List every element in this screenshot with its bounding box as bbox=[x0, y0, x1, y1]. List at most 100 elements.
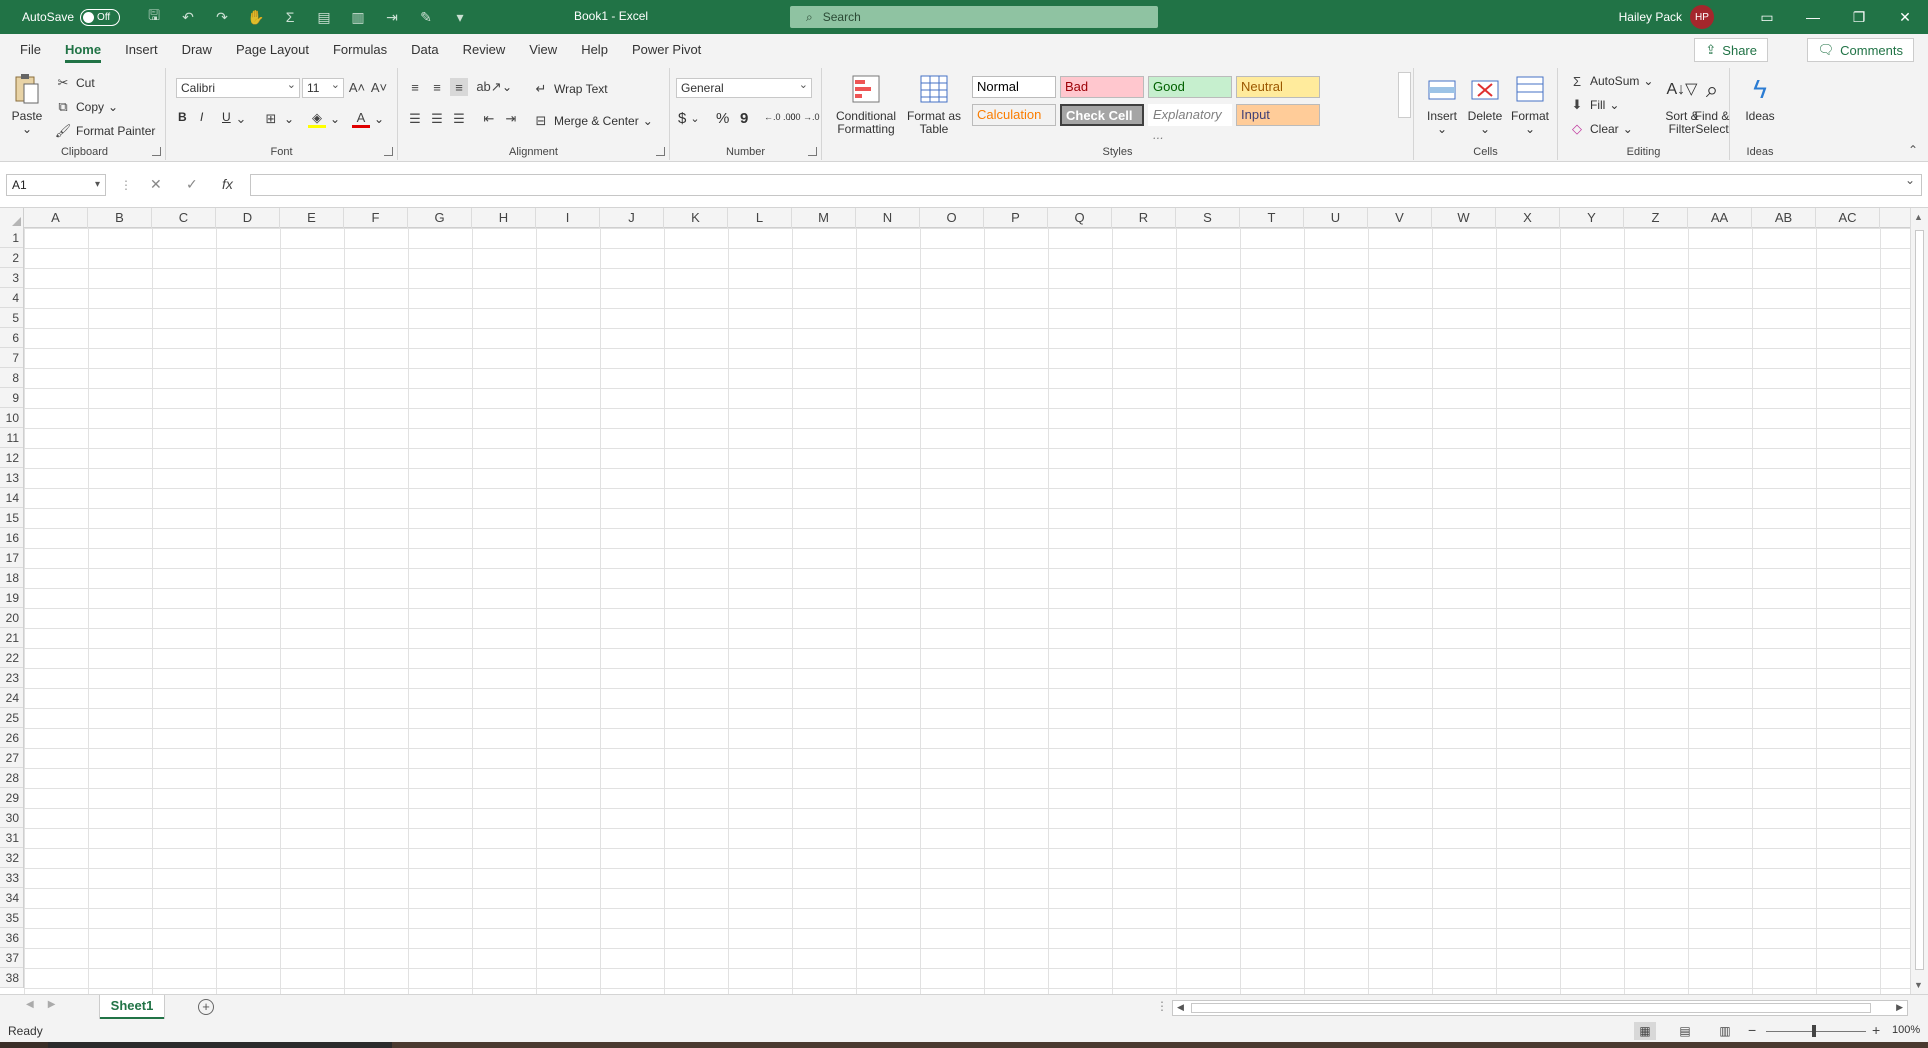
customize-qat-icon[interactable]: ▾ bbox=[446, 5, 474, 29]
cut-button[interactable]: ✂ Cut bbox=[54, 74, 95, 92]
number-launcher-icon[interactable] bbox=[808, 147, 817, 156]
format-cells-button[interactable]: Format ⌄ bbox=[1508, 72, 1552, 136]
row-header[interactable]: 17 bbox=[0, 548, 23, 568]
save-icon[interactable]: 🖫 bbox=[140, 5, 168, 29]
row-header[interactable]: 23 bbox=[0, 668, 23, 688]
select-all-corner[interactable] bbox=[0, 208, 24, 228]
column-header[interactable]: G bbox=[408, 208, 472, 228]
percent-button[interactable]: % bbox=[716, 110, 729, 127]
column-header[interactable]: F bbox=[344, 208, 408, 228]
row-header[interactable]: 8 bbox=[0, 368, 23, 388]
zoom-out-icon[interactable]: − bbox=[1748, 1022, 1756, 1038]
undo-icon[interactable]: ↶ bbox=[174, 5, 202, 29]
clipboard-launcher-icon[interactable] bbox=[152, 147, 161, 156]
borders-button[interactable]: ⊞ ⌄ bbox=[262, 110, 295, 128]
enter-entry-icon[interactable]: ✓ bbox=[186, 176, 198, 193]
middle-align-button[interactable]: ≡ bbox=[428, 78, 446, 96]
column-header[interactable]: AB bbox=[1752, 208, 1816, 228]
row-header[interactable]: 38 bbox=[0, 968, 23, 988]
tab-insert[interactable]: Insert bbox=[113, 34, 170, 66]
underline-button[interactable]: U bbox=[222, 110, 231, 124]
style-calculation[interactable]: Calculation bbox=[972, 104, 1056, 126]
merge-center-button[interactable]: ⊟ Merge & Center ⌄ bbox=[532, 112, 653, 130]
row-header[interactable]: 7 bbox=[0, 348, 23, 368]
column-header[interactable]: R bbox=[1112, 208, 1176, 228]
row-header[interactable]: 21 bbox=[0, 628, 23, 648]
format-as-table-button[interactable]: Format as Table bbox=[904, 72, 964, 136]
row-header[interactable]: 22 bbox=[0, 648, 23, 668]
bottom-align-button[interactable]: ≡ bbox=[450, 78, 468, 96]
sheet-tab[interactable]: Sheet1 bbox=[100, 995, 164, 1019]
autosum-button[interactable]: Σ AutoSum ⌄ bbox=[1568, 72, 1653, 90]
font-color-button[interactable]: A ⌄ bbox=[352, 110, 384, 128]
comments-button[interactable]: 🗨 Comments bbox=[1806, 38, 1914, 62]
restore-icon[interactable]: ❐ bbox=[1836, 0, 1882, 34]
tab-draw[interactable]: Draw bbox=[170, 34, 224, 66]
alignment-launcher-icon[interactable] bbox=[656, 147, 665, 156]
row-header[interactable]: 6 bbox=[0, 328, 23, 348]
column-header[interactable]: Y bbox=[1560, 208, 1624, 228]
align-right-button[interactable]: ☰ bbox=[450, 110, 468, 128]
paste-qat-icon[interactable]: ▥ bbox=[344, 5, 372, 29]
row-header[interactable]: 10 bbox=[0, 408, 23, 428]
row-header[interactable]: 11 bbox=[0, 428, 23, 448]
tab-home[interactable]: Home bbox=[53, 34, 113, 66]
collapse-ribbon-icon[interactable]: ⌃ bbox=[1908, 143, 1918, 157]
autosave-toggle[interactable]: Off bbox=[80, 8, 121, 26]
column-header[interactable]: L bbox=[728, 208, 792, 228]
name-box[interactable]: A1 bbox=[6, 174, 106, 196]
tab-splitter-icon[interactable]: ⋮ bbox=[1156, 999, 1168, 1013]
tab-help[interactable]: Help bbox=[569, 34, 620, 66]
row-header[interactable]: 35 bbox=[0, 908, 23, 928]
wrap-text-button[interactable]: ↵ Wrap Text bbox=[532, 80, 608, 98]
column-header[interactable]: X bbox=[1496, 208, 1560, 228]
row-header[interactable]: 2 bbox=[0, 248, 23, 268]
style-bad[interactable]: Bad bbox=[1060, 76, 1144, 98]
font-launcher-icon[interactable] bbox=[384, 147, 393, 156]
style-input[interactable]: Input bbox=[1236, 104, 1320, 126]
currency-button[interactable]: $ ⌄ bbox=[678, 110, 700, 127]
page-layout-view-icon[interactable]: ▤ bbox=[1674, 1022, 1696, 1040]
horizontal-scroll-thumb[interactable] bbox=[1191, 1003, 1871, 1013]
decrease-font-size-button[interactable]: A˅ bbox=[370, 78, 388, 96]
row-header[interactable]: 25 bbox=[0, 708, 23, 728]
row-header[interactable]: 19 bbox=[0, 588, 23, 608]
increase-font-size-button[interactable]: A˄ bbox=[348, 78, 366, 96]
align-left-button[interactable]: ☰ bbox=[406, 110, 424, 128]
increase-indent-button[interactable]: ⇥ bbox=[502, 110, 520, 128]
column-header[interactable]: D bbox=[216, 208, 280, 228]
orientation-button[interactable]: ab↗ ⌄ bbox=[476, 78, 512, 96]
row-header[interactable]: 20 bbox=[0, 608, 23, 628]
search-box[interactable]: ⌕ Search bbox=[790, 6, 1158, 28]
styles-gallery-scroll[interactable] bbox=[1398, 72, 1411, 118]
column-header[interactable]: E bbox=[280, 208, 344, 228]
column-header[interactable]: Z bbox=[1624, 208, 1688, 228]
style-good[interactable]: Good bbox=[1148, 76, 1232, 98]
row-header[interactable]: 26 bbox=[0, 728, 23, 748]
row-header[interactable]: 31 bbox=[0, 828, 23, 848]
column-header[interactable]: I bbox=[536, 208, 600, 228]
cell-area[interactable] bbox=[24, 228, 1910, 994]
vertical-scrollbar[interactable]: ▲ ▼ bbox=[1910, 208, 1928, 994]
tab-file[interactable]: File bbox=[8, 34, 53, 66]
tab-view[interactable]: View bbox=[517, 34, 569, 66]
row-header[interactable]: 24 bbox=[0, 688, 23, 708]
scroll-left-icon[interactable]: ◀ bbox=[1177, 1002, 1184, 1013]
column-header[interactable]: A bbox=[24, 208, 88, 228]
decrease-decimal-button[interactable]: .00 →.0 bbox=[788, 112, 820, 122]
column-header[interactable]: O bbox=[920, 208, 984, 228]
insert-function-icon[interactable]: fx bbox=[222, 176, 233, 192]
column-header[interactable]: AA bbox=[1688, 208, 1752, 228]
ribbon-display-options-icon[interactable]: ▭ bbox=[1744, 0, 1790, 34]
row-header[interactable]: 18 bbox=[0, 568, 23, 588]
horizontal-scrollbar[interactable]: ◀ ▶ bbox=[1172, 1000, 1908, 1016]
font-name-combo[interactable]: Calibri bbox=[176, 76, 300, 98]
fill-color-button[interactable]: ◈ ⌄ bbox=[308, 110, 340, 128]
bold-button[interactable]: B bbox=[178, 110, 187, 124]
format-painter-button[interactable]: 🖌 Format Painter bbox=[54, 122, 156, 140]
row-header[interactable]: 15 bbox=[0, 508, 23, 528]
scroll-right-icon[interactable]: ▶ bbox=[1896, 1002, 1903, 1013]
tab-review[interactable]: Review bbox=[451, 34, 518, 66]
column-header[interactable]: K bbox=[664, 208, 728, 228]
share-button[interactable]: ⇪ Share bbox=[1694, 38, 1768, 62]
